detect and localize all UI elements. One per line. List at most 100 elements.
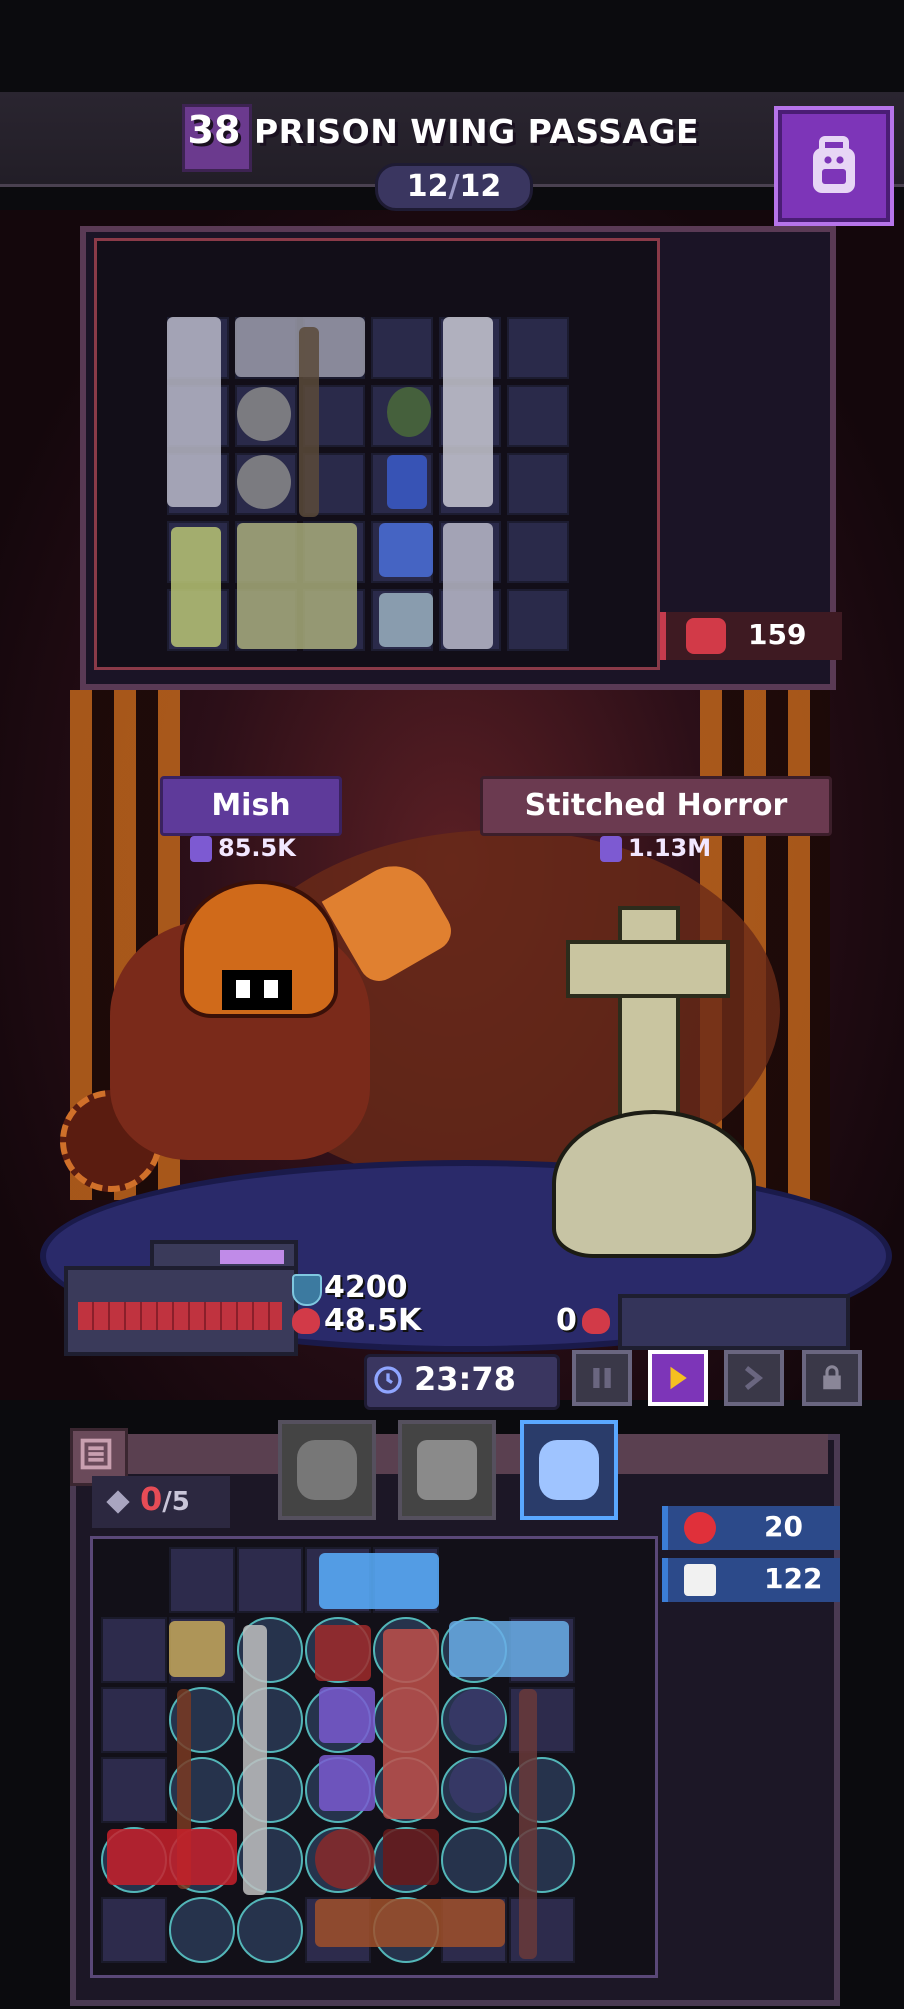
crossed-swords-icon (684, 1564, 716, 1596)
lightning-relic-item[interactable] (319, 1553, 439, 1609)
shield-icon (292, 1274, 322, 1306)
player-name-tag: Mish (160, 776, 342, 836)
enemy-blood-value: 159 (748, 618, 807, 651)
player-face (222, 970, 292, 1010)
level-title: PRISON WING PASSAGE (254, 112, 700, 151)
attack-icon (684, 1512, 716, 1544)
inventory-cell[interactable] (101, 1687, 167, 1753)
play-icon (670, 1366, 687, 1390)
pause-button[interactable] (572, 1350, 632, 1406)
ring-item[interactable] (387, 387, 431, 437)
floor-number: 38 (187, 108, 241, 152)
syringe-sword-item[interactable] (243, 1625, 267, 1895)
lock-speed-button[interactable] (802, 1350, 862, 1406)
player-health-value: 48.5K (324, 1303, 422, 1338)
relic-diamond-icon (106, 1490, 130, 1514)
dark-orb-item[interactable] (449, 1689, 505, 1745)
inventory-cell[interactable] (237, 1547, 303, 1613)
inventory-cell[interactable] (169, 1897, 235, 1963)
enemy-inventory-grid (94, 238, 660, 670)
fast-forward-button[interactable] (724, 1350, 784, 1406)
purple-beast-item[interactable] (319, 1755, 375, 1811)
sword-power-icon (600, 836, 622, 862)
enemy-grid-cell (507, 453, 569, 515)
heart-organ-item[interactable] (315, 1829, 375, 1889)
enemy-health-bar (618, 1294, 850, 1350)
stone-item[interactable] (237, 387, 291, 441)
player-shield-value: 4200 (324, 1270, 408, 1305)
play-button[interactable] (648, 1350, 708, 1406)
slot-count-max: /5 (162, 1487, 190, 1517)
slot-count: 0/5 (140, 1480, 190, 1518)
blood-totem-item[interactable] (383, 1629, 439, 1819)
inventory-cell[interactable] (101, 1617, 167, 1683)
enemy-name-tag: Stitched Horror (480, 776, 832, 836)
backpack-button[interactable] (774, 106, 894, 226)
hero-3-icon (539, 1440, 599, 1500)
enemy-grid-cell (507, 521, 569, 583)
clock-icon (374, 1366, 402, 1394)
enemy-grid-cell (507, 317, 569, 379)
heart-icon (582, 1308, 610, 1334)
potion-item[interactable] (379, 523, 433, 577)
crit-stat-tag: 122 (662, 1558, 840, 1602)
inventory-cell[interactable] (169, 1547, 235, 1613)
progress-current: 12 (406, 169, 449, 204)
progress-max: 12 (459, 169, 502, 204)
stone-item[interactable] (237, 455, 291, 509)
blood-wings-item[interactable] (107, 1829, 237, 1885)
log-icon (80, 1438, 112, 1470)
enemy-power: 1.13M (600, 834, 711, 862)
inventory-cell[interactable] (101, 1897, 167, 1963)
sword-power-icon (190, 836, 212, 862)
inventory-cell[interactable] (441, 1827, 507, 1893)
attack-stat-value: 20 (764, 1510, 803, 1543)
axe-handle-item[interactable] (299, 327, 319, 517)
lock-icon (823, 1365, 841, 1390)
enemy-gravestone-arm (566, 940, 730, 998)
enemy-health-value: 0 (556, 1303, 577, 1338)
player-mana-fill (220, 1250, 284, 1264)
purple-beast-item[interactable] (319, 1687, 375, 1743)
player-power-value: 85.5K (218, 834, 296, 862)
enemy-power-value: 1.13M (628, 834, 712, 862)
dagger-item[interactable] (443, 523, 493, 649)
inventory-cell[interactable] (237, 1897, 303, 1963)
claw-item[interactable] (315, 1625, 371, 1681)
blade-item[interactable] (167, 317, 221, 507)
player-eye-right (264, 980, 278, 998)
hourglass-item[interactable] (169, 1621, 225, 1677)
spirit-fish-item[interactable] (449, 1621, 569, 1677)
blood-drop-icon (686, 618, 726, 654)
enemy-character-stitched-horror[interactable] (552, 1110, 756, 1258)
bone-club-item[interactable] (315, 1899, 505, 1947)
claw-item[interactable] (383, 1829, 439, 1885)
hero-1-icon (297, 1440, 357, 1500)
hero-portrait-2[interactable] (398, 1420, 496, 1520)
slot-count-current: 0 (140, 1480, 163, 1518)
blade-item[interactable] (443, 317, 493, 507)
crit-stat-value: 122 (764, 1562, 823, 1595)
ragged-armor-item[interactable] (237, 523, 357, 649)
hero-portrait-1[interactable] (278, 1420, 376, 1520)
enemy-grid-cell (507, 589, 569, 651)
dark-orb-item[interactable] (449, 1757, 505, 1813)
spear-item[interactable] (519, 1689, 537, 1959)
timer-value: 23:78 (414, 1360, 516, 1398)
enemy-grid-cell (507, 385, 569, 447)
enemy-blood-counter: 159 (660, 612, 842, 660)
bottle-item[interactable] (379, 593, 433, 647)
enemy-grid-cell (371, 317, 433, 379)
hero-portrait-3[interactable] (520, 1420, 618, 1520)
bone-item[interactable] (171, 527, 221, 647)
player-health-fill (78, 1302, 282, 1330)
backpack-icon (813, 136, 855, 193)
pause-icon (593, 1368, 611, 1388)
player-eye-left (236, 980, 250, 998)
hero-2-icon (417, 1440, 477, 1500)
inventory-cell[interactable] (101, 1757, 167, 1823)
fast-forward-icon (744, 1366, 764, 1390)
player-power: 85.5K (190, 834, 296, 862)
attack-stat-tag: 20 (662, 1506, 840, 1550)
fang-item[interactable] (387, 455, 427, 509)
